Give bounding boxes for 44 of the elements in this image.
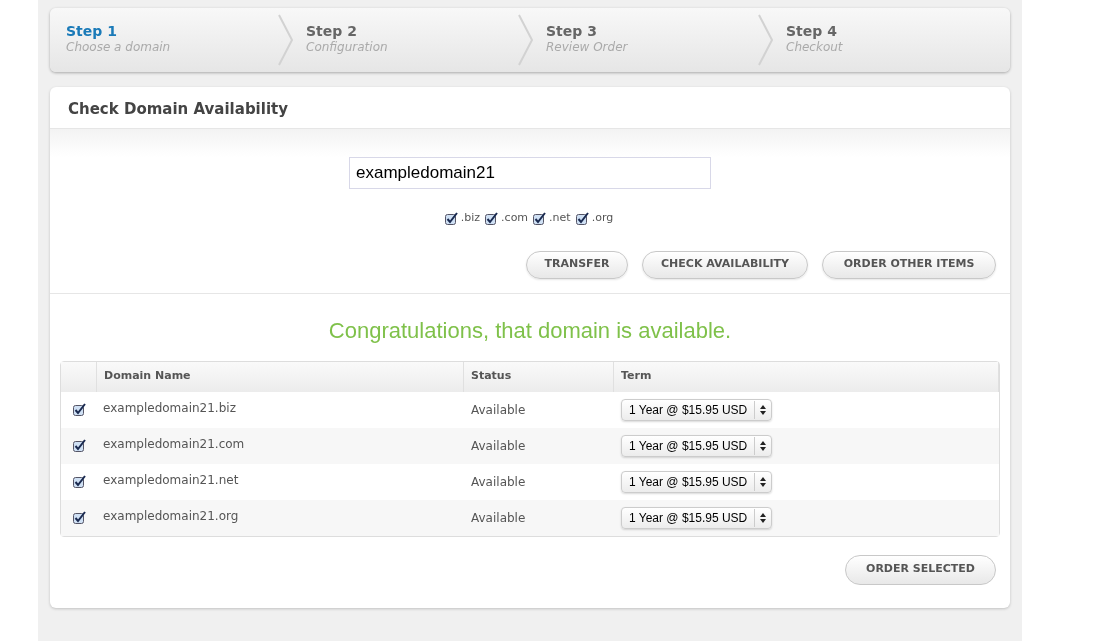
action-button[interactable]: ORDER OTHER ITEMS: [822, 250, 996, 279]
step-title[interactable]: Step 1: [66, 23, 290, 40]
step-subtitle: Checkout: [786, 40, 844, 54]
status-cell: Available: [471, 438, 526, 453]
tld-label: .net: [549, 210, 571, 226]
action-button[interactable]: TRANSFER: [526, 250, 628, 279]
tld-label: .org: [591, 210, 614, 226]
domain-cell: exampledomain21.biz: [103, 400, 236, 415]
checkbox[interactable]: [485, 211, 499, 225]
domain-search-field[interactable]: exampledomain21: [349, 157, 711, 189]
checkbox[interactable]: [575, 211, 589, 225]
tld-label: .com: [501, 210, 529, 226]
step-subtitle: Review Order: [546, 40, 629, 54]
tld-label: .biz: [460, 210, 481, 226]
checkbox[interactable]: [444, 211, 458, 225]
column-header: Term: [621, 368, 652, 385]
step-title[interactable]: Step 4: [786, 23, 1010, 40]
chevron-divider-icon: [758, 14, 774, 66]
status-cell: Available: [471, 474, 526, 489]
chevron-divider-icon: [278, 14, 294, 66]
action-button[interactable]: CHECK AVAILABILITY: [642, 250, 808, 279]
term-dropdown[interactable]: 1 Year @ $15.95 USD: [621, 434, 773, 457]
step-subtitle: Configuration: [306, 40, 389, 54]
checkbox[interactable]: [72, 511, 86, 524]
domain-cell: exampledomain21.net: [103, 472, 239, 487]
step-title[interactable]: Step 3: [546, 23, 770, 40]
checkbox[interactable]: [72, 439, 86, 452]
checkbox[interactable]: [72, 475, 86, 488]
domain-cell: exampledomain21.org: [103, 508, 239, 523]
checkbox[interactable]: [72, 403, 86, 416]
order-selected-button[interactable]: ORDER SELECTED: [845, 554, 996, 585]
term-dropdown[interactable]: 1 Year @ $15.95 USD: [621, 470, 773, 493]
step-title[interactable]: Step 2: [306, 23, 530, 40]
domain-cell: exampledomain21.com: [103, 436, 245, 451]
term-dropdown[interactable]: 1 Year @ $15.95 USD: [621, 398, 773, 421]
column-header: Status: [471, 368, 512, 385]
chevron-divider-icon: [518, 14, 534, 66]
success-message: Congratulations, that domain is available.: [327, 316, 733, 345]
term-dropdown[interactable]: 1 Year @ $15.95 USD: [621, 506, 773, 529]
checkbox[interactable]: [533, 211, 547, 225]
status-cell: Available: [471, 402, 526, 417]
step-subtitle: Choose a domain: [66, 40, 172, 54]
column-header: Domain Name: [104, 368, 191, 385]
status-cell: Available: [471, 510, 526, 525]
